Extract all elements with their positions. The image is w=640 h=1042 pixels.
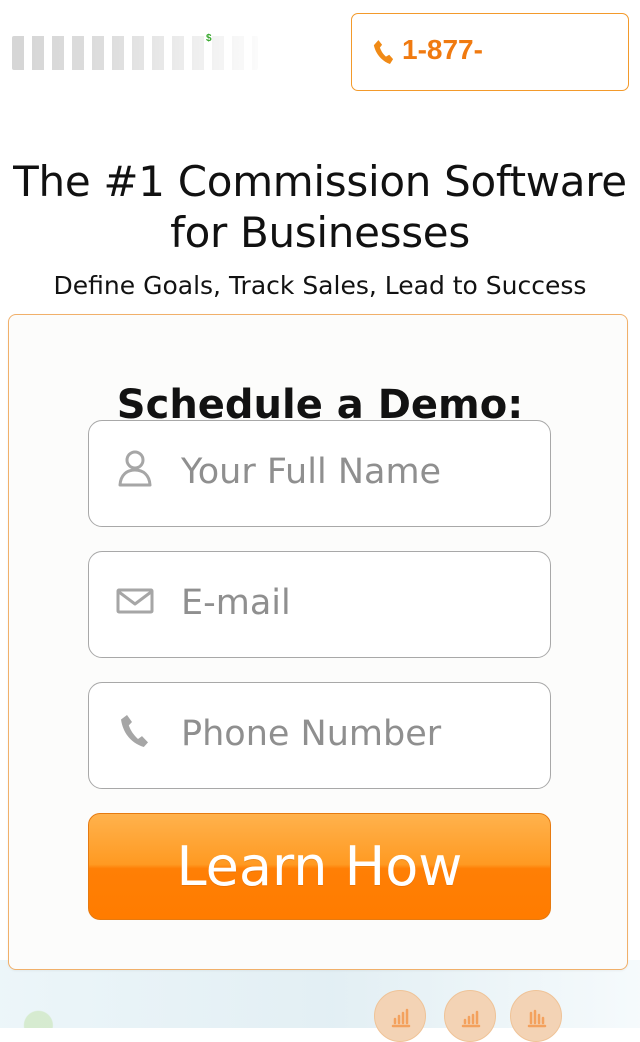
logo-dollar-mark: $ (206, 33, 212, 44)
phone-input[interactable] (181, 705, 521, 763)
phone-field[interactable] (88, 682, 551, 789)
phone-icon (115, 711, 155, 751)
logo[interactable] (12, 36, 258, 70)
full-name-input[interactable] (181, 443, 521, 501)
mail-icon (115, 580, 155, 620)
phone-number-redaction (499, 40, 612, 62)
page-subtitle: Define Goals, Track Sales, Lead to Succe… (53, 271, 587, 300)
phone-icon (372, 38, 394, 68)
user-icon (115, 449, 155, 489)
page-title: The #1 Commission Software for Businesse… (13, 157, 627, 258)
full-name-field[interactable] (88, 420, 551, 527)
chart-icon (374, 990, 426, 1042)
phone-number[interactable]: 1-877- (402, 31, 483, 69)
email-input[interactable] (181, 574, 521, 632)
phone-call-button[interactable]: 1-877- (351, 13, 629, 91)
learn-how-button[interactable]: Learn How (88, 813, 551, 920)
chart-icon (444, 990, 496, 1042)
chart-icon (510, 990, 562, 1042)
email-field[interactable] (88, 551, 551, 658)
